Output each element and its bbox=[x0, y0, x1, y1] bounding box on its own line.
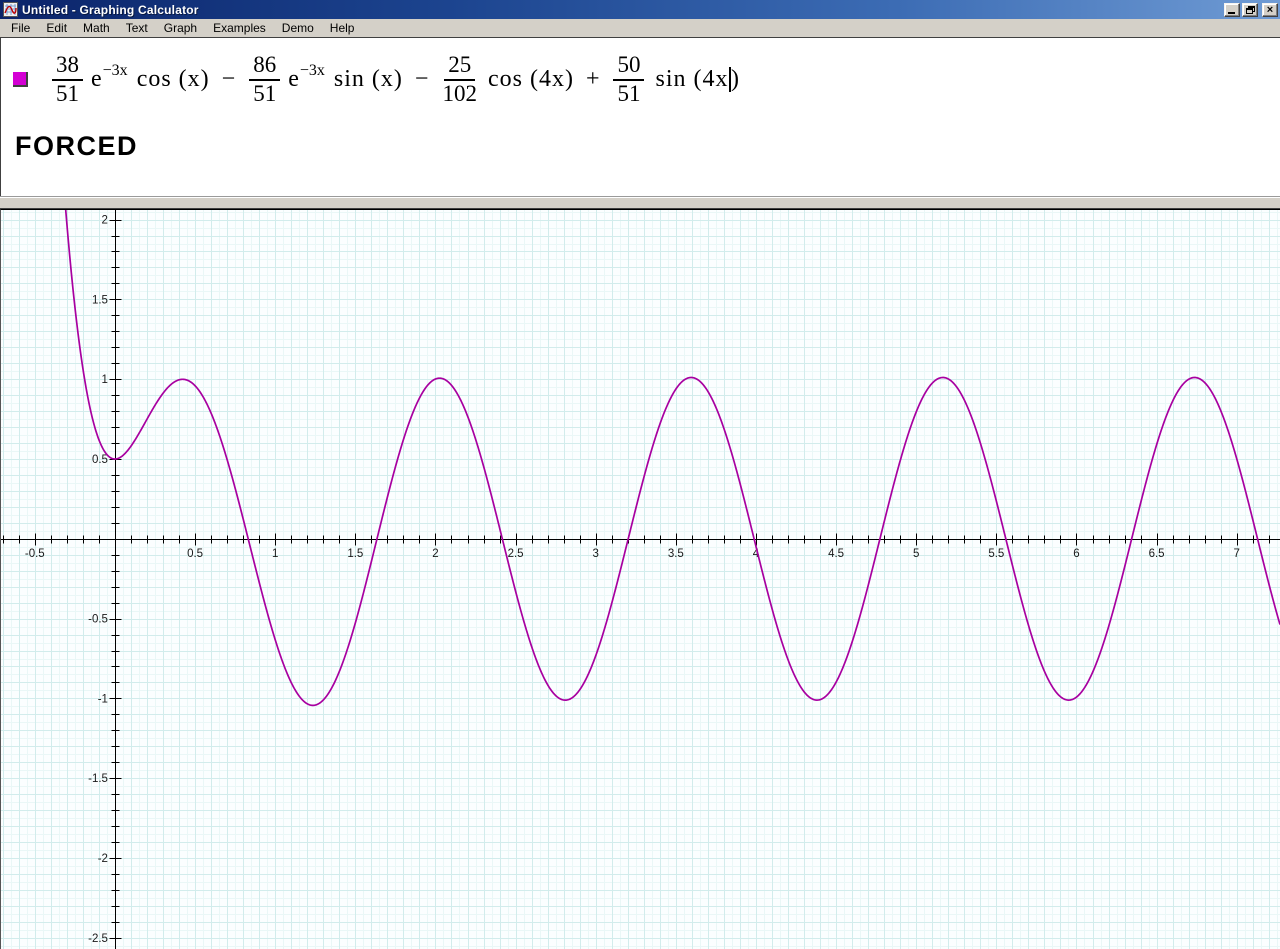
y-tick-label: -0.5 bbox=[88, 614, 108, 626]
x-tick-label: 5.5 bbox=[988, 548, 1004, 560]
graph-area[interactable]: -0.5 0.5 1 1.5 2 2.5 3 3.5 4 4.5 5 5.5 6 6.5 7 2 1.5 1 0.5… bbox=[0, 209, 1280, 949]
x-tick-label: 3 bbox=[593, 548, 599, 560]
x-tick-label: 1 bbox=[272, 548, 278, 560]
x-tick-label: 2.5 bbox=[508, 548, 524, 560]
x-tick-label: 0.5 bbox=[187, 548, 203, 560]
menu-item-examples[interactable]: Examples bbox=[206, 20, 273, 37]
fraction-numerator: 86 bbox=[249, 52, 281, 81]
x-tick-label: 5 bbox=[913, 548, 919, 560]
fraction: 50 51 bbox=[611, 52, 646, 107]
menu-item-demo[interactable]: Demo bbox=[275, 20, 321, 37]
restore-icon bbox=[1245, 5, 1255, 14]
y-tick-label: 2 bbox=[102, 215, 108, 227]
y-tick-label: 0.5 bbox=[92, 454, 108, 466]
fraction-numerator: 25 bbox=[444, 52, 476, 81]
exp-base: e bbox=[288, 66, 299, 93]
fraction: 25 102 bbox=[440, 52, 479, 107]
app-icon bbox=[3, 2, 18, 17]
menu-bar: File Edit Math Text Graph Examples Demo … bbox=[0, 19, 1280, 37]
x-tick-label: 6 bbox=[1073, 548, 1079, 560]
fraction: 86 51 bbox=[247, 52, 282, 107]
fraction-denominator: 51 bbox=[617, 80, 641, 106]
function-curve bbox=[64, 210, 1280, 707]
x-tick-label: 3.5 bbox=[668, 548, 684, 560]
restore-button[interactable] bbox=[1242, 2, 1258, 17]
menu-item-graph[interactable]: Graph bbox=[157, 20, 204, 37]
close-paren: ) bbox=[730, 66, 739, 93]
window-title: Untitled - Graphing Calculator bbox=[22, 2, 199, 17]
fraction: 38 51 bbox=[50, 52, 85, 107]
menu-item-edit[interactable]: Edit bbox=[39, 20, 74, 37]
menu-item-math[interactable]: Math bbox=[76, 20, 117, 37]
operator: − bbox=[221, 66, 236, 93]
exponent: −3x bbox=[299, 61, 325, 79]
panel-divider[interactable] bbox=[0, 196, 1280, 209]
menu-item-file[interactable]: File bbox=[4, 20, 37, 37]
fraction-numerator: 38 bbox=[52, 52, 83, 81]
y-tick-label: -2 bbox=[98, 853, 108, 865]
equation-formula[interactable]: 38 51 e −3x cos (x) − 86 51 e −3x sin (x) … bbox=[50, 52, 739, 107]
y-tick-label: -1.5 bbox=[88, 773, 108, 785]
fraction-denominator: 102 bbox=[442, 80, 477, 106]
equation-panel: 38 51 e −3x cos (x) − 86 51 e −3x sin (x) … bbox=[0, 37, 1280, 196]
curve-color-swatch[interactable] bbox=[13, 72, 28, 88]
y-tick-label: 1 bbox=[102, 374, 108, 386]
exp-base: e bbox=[91, 66, 102, 93]
function-plot-svg[interactable]: -0.5 0.5 1 1.5 2 2.5 3 3.5 4 4.5 5 5.5 6 6.5 721.510.5… bbox=[1, 210, 1280, 949]
y-tick-label: -1 bbox=[98, 693, 108, 705]
fraction-denominator: 51 bbox=[56, 80, 79, 106]
trig-term: cos (x) bbox=[136, 66, 210, 93]
y-tick-label: 1.5 bbox=[92, 294, 108, 306]
x-tick-label: 6.5 bbox=[1149, 548, 1165, 560]
menu-item-text[interactable]: Text bbox=[119, 20, 155, 37]
fraction-denominator: 51 bbox=[253, 80, 277, 106]
trig-term: sin (4x bbox=[655, 66, 729, 93]
x-tick-label: 1.5 bbox=[347, 548, 363, 560]
x-tick-label: 4.5 bbox=[828, 548, 844, 560]
x-tick-label: -0.5 bbox=[25, 548, 45, 560]
trig-term: cos (4x) bbox=[487, 66, 574, 93]
title-bar[interactable]: Untitled - Graphing Calculator × bbox=[0, 0, 1280, 19]
y-tick-label: -2.5 bbox=[88, 933, 108, 945]
operator: − bbox=[414, 66, 429, 93]
operator: + bbox=[585, 66, 600, 93]
app-window: Untitled - Graphing Calculator × File Ed… bbox=[0, 0, 1280, 949]
annotation-text[interactable]: FORCED bbox=[15, 131, 1280, 162]
exponent: −3x bbox=[102, 61, 128, 79]
fraction-numerator: 50 bbox=[613, 52, 645, 81]
x-tick-label: 7 bbox=[1234, 548, 1240, 560]
minimize-button[interactable] bbox=[1224, 2, 1240, 17]
close-button[interactable]: × bbox=[1262, 2, 1278, 17]
minimize-icon bbox=[1228, 11, 1235, 14]
close-icon: × bbox=[1266, 3, 1274, 16]
trig-term: sin (x) bbox=[333, 66, 403, 93]
x-tick-label: 2 bbox=[432, 548, 438, 560]
menu-item-help[interactable]: Help bbox=[323, 20, 362, 37]
